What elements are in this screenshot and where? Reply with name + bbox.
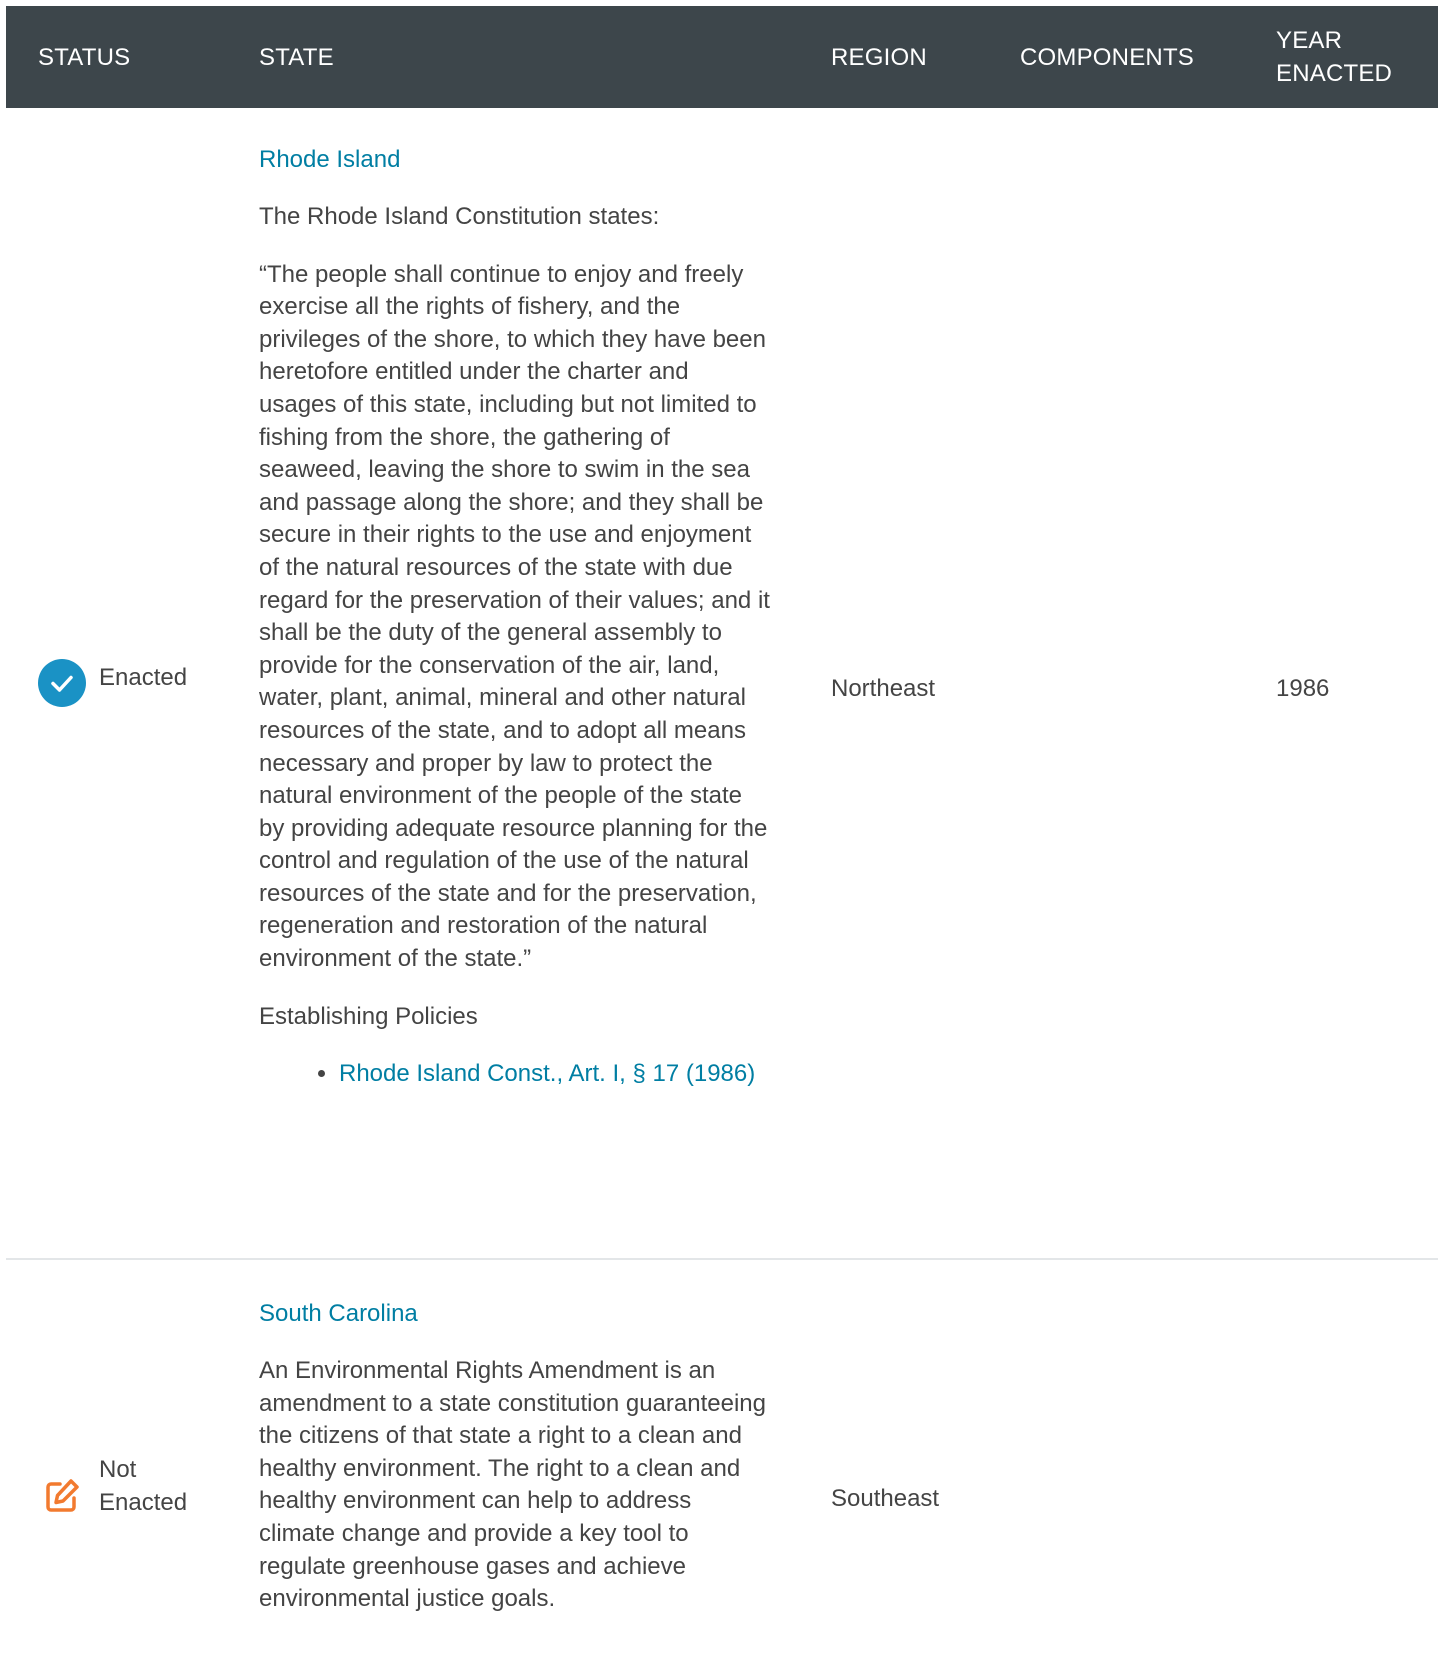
- constitution-quote: “The people shall continue to enjoy and …: [259, 260, 770, 973]
- column-header-region[interactable]: REGION: [831, 6, 927, 108]
- state-link-south-carolina[interactable]: South Carolina: [259, 1298, 771, 1330]
- table-row: Not Enacted South Carolina An Environmen…: [6, 1260, 1438, 1680]
- state-link-rhode-island[interactable]: Rhode Island: [259, 144, 771, 176]
- year-header-line1: YEAR: [1276, 27, 1343, 54]
- year-enacted-cell: 1986: [1276, 675, 1330, 702]
- status-label: Enacted: [99, 664, 188, 691]
- state-description: An Environmental Rights Amendment is an …: [259, 1357, 766, 1613]
- status-cell: Enacted: [38, 659, 187, 707]
- list-item: Rhode Island Const., Art. I, § 17 (1986): [339, 1058, 771, 1090]
- table-row: Enacted Rhode Island The Rhode Island Co…: [6, 108, 1438, 1260]
- column-header-status[interactable]: STATUS: [38, 6, 130, 108]
- policy-list: Rhode Island Const., Art. I, § 17 (1986): [259, 1058, 771, 1090]
- status-label-line1: Not: [99, 1456, 137, 1483]
- state-cell: South Carolina An Environmental Rights A…: [259, 1298, 771, 1641]
- column-header-year-enacted[interactable]: YEAR ENACTED: [1276, 6, 1392, 108]
- establishing-policies-label: Establishing Policies: [259, 1002, 478, 1030]
- policy-link[interactable]: Rhode Island Const., Art. I, § 17 (1986): [339, 1060, 755, 1087]
- state-description: The Rhode Island Constitution states:: [259, 203, 660, 230]
- column-header-components[interactable]: COMPONENTS: [1020, 6, 1194, 108]
- table-header: STATUS STATE REGION COMPONENTS YEAR ENAC…: [6, 6, 1438, 108]
- check-circle-icon: [38, 659, 86, 707]
- region-cell: Southeast: [831, 1485, 940, 1512]
- status-label: Not Enacted: [99, 1453, 187, 1519]
- year-header-line2: ENACTED: [1276, 60, 1393, 87]
- region-cell: Northeast: [831, 675, 936, 702]
- column-header-state[interactable]: STATE: [259, 6, 334, 108]
- edit-icon: [46, 1479, 79, 1512]
- status-cell: Not Enacted: [38, 1453, 187, 1520]
- status-label-line2: Enacted: [99, 1489, 188, 1516]
- column-header-year-label: YEAR ENACTED: [1276, 24, 1392, 90]
- state-cell: Rhode Island The Rhode Island Constituti…: [259, 144, 771, 1090]
- policy-table: STATUS STATE REGION COMPONENTS YEAR ENAC…: [6, 6, 1438, 1680]
